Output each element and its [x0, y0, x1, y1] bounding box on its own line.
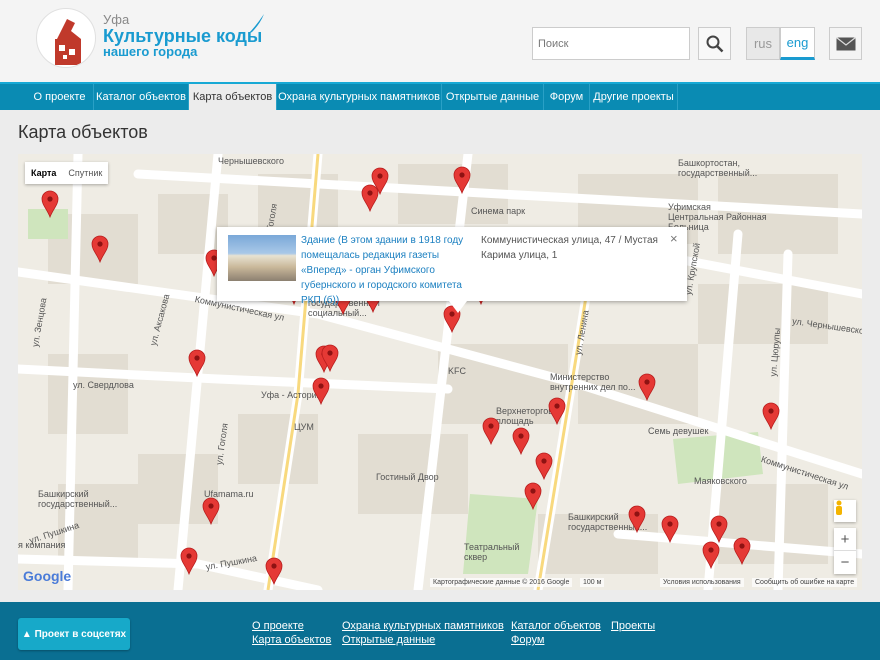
nav-item-about[interactable]: О проекте	[26, 84, 94, 110]
map-terms-link[interactable]: Условия использования	[660, 578, 744, 587]
object-address: Коммунистическая улица, 47 / Мустая Кари…	[481, 235, 658, 261]
site-header: Уфа Культурные коды нашего города rus en…	[0, 0, 880, 82]
map[interactable]: Чернышевского Башкортостан, государствен…	[18, 154, 862, 590]
nav-item-forum[interactable]: Форум	[544, 84, 590, 110]
info-window-tail	[449, 301, 467, 313]
zoom-out-button[interactable]: −	[834, 551, 856, 574]
info-window: Здание (В этом здании в 1918 году помеща…	[217, 227, 687, 306]
map-label-street: ул. Свердлова	[73, 380, 134, 390]
map-type-satellite[interactable]: Спутник	[62, 162, 108, 184]
footer-link-catalog[interactable]: Каталог объектов	[511, 620, 601, 632]
map-scale: 100 м	[580, 578, 605, 587]
search-input[interactable]	[532, 27, 690, 60]
mail-icon	[835, 36, 856, 50]
logo-city: Уфа	[103, 12, 130, 27]
logo-subtitle[interactable]: нашего города	[103, 44, 197, 59]
map-label-place: Семь девушек	[648, 426, 709, 436]
logo-icon[interactable]	[36, 8, 96, 68]
map-label-place: Гостиный Двор	[376, 472, 439, 482]
map-label-place: Башкирский государственный...	[38, 489, 118, 509]
google-logo: Google	[23, 568, 72, 584]
map-label-place: KFC	[448, 366, 466, 376]
map-label-place: я компания	[18, 540, 66, 550]
map-label-place: Башкортостан, государственный...	[678, 158, 758, 178]
footer-link-open-data[interactable]: Открытые данные	[342, 634, 435, 646]
page-title: Карта объектов	[18, 122, 148, 142]
footer-link-about[interactable]: О проекте	[252, 620, 304, 632]
object-link[interactable]: Здание (В этом здании в 1918 году помеща…	[301, 233, 481, 308]
nav-item-open-data[interactable]: Открытые данные	[442, 84, 544, 110]
zoom-in-button[interactable]: +	[834, 528, 856, 551]
mail-button[interactable]	[829, 27, 862, 60]
map-label-place: Синема парк	[471, 206, 526, 216]
map-label-street: Чернышевского	[218, 156, 284, 166]
object-photo[interactable]	[228, 235, 296, 281]
map-type-map[interactable]: Карта	[25, 162, 62, 184]
map-report-link[interactable]: Сообщить об ошибке на карте	[752, 578, 858, 587]
map-label-place: Театральный сквер	[464, 542, 520, 562]
social-button[interactable]: ▲ Проект в соцсетях	[18, 618, 130, 650]
footer-link-protection[interactable]: Охрана культурных памятников	[342, 620, 504, 632]
footer-link-projects[interactable]: Проекты	[611, 620, 655, 632]
map-label-place: Министерство внутренних дел по...	[550, 372, 636, 392]
map-type-control: Карта Спутник	[25, 162, 109, 184]
map-attribution: Картографические данные © 2016 Google	[430, 578, 573, 587]
search-button[interactable]	[698, 27, 731, 60]
search-icon	[706, 35, 723, 52]
lang-rus-button[interactable]: rus	[746, 27, 780, 60]
map-label-place: Маяковского	[694, 476, 747, 486]
pegman-icon[interactable]	[834, 500, 856, 522]
nav-item-protection[interactable]: Охрана культурных памятников	[277, 84, 442, 110]
map-label-place: Ufamama.ru	[204, 489, 254, 499]
nav-item-other[interactable]: Другие проекты	[590, 84, 678, 110]
footer-link-forum[interactable]: Форум	[511, 634, 544, 646]
map-label-place: ЦУМ	[294, 422, 314, 432]
nav-item-catalog[interactable]: Каталог объектов	[94, 84, 189, 110]
bird-icon	[248, 14, 264, 34]
nav-item-map[interactable]: Карта объектов	[189, 84, 277, 110]
close-icon[interactable]: ×	[670, 231, 678, 246]
footer-link-map[interactable]: Карта объектов	[252, 634, 331, 646]
map-label-place: Уфа - Астория	[261, 390, 322, 400]
lang-eng-button[interactable]: eng	[780, 27, 815, 60]
main-nav: О проекте Каталог объектов Карта объекто…	[0, 82, 880, 110]
zoom-control: + −	[834, 528, 856, 574]
